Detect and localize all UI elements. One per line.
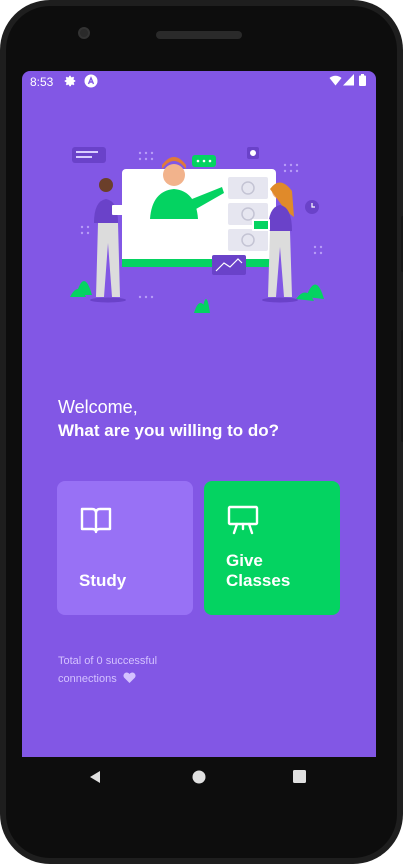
phone-frame: 8:53 Welcome, What are you willing to do… (0, 0, 403, 864)
heart-icon (120, 672, 136, 685)
system-nav-bar (6, 757, 397, 797)
back-icon[interactable] (88, 770, 102, 789)
connections-line2: connections (58, 673, 117, 685)
study-button[interactable]: Study (57, 481, 193, 615)
landing-illustration (70, 147, 324, 313)
study-label: Study (79, 571, 127, 590)
recents-icon[interactable] (293, 770, 306, 788)
battery-icon (359, 74, 366, 89)
welcome-greeting: Welcome, (58, 397, 138, 417)
wifi-icon (329, 74, 342, 89)
status-time: 8:53 (30, 75, 54, 89)
front-camera (78, 27, 90, 39)
connections-line1: Total of 0 successful (58, 655, 158, 667)
give-classes-label: Give Classes (226, 551, 290, 591)
gear-icon (63, 74, 77, 91)
earpiece-speaker (156, 31, 242, 39)
give-classes-button[interactable]: Give Classes (204, 481, 340, 615)
home-icon[interactable] (192, 770, 206, 789)
connections-count: Total of 0 successful connections (58, 652, 157, 688)
welcome-text: Welcome, What are you willing to do? (58, 396, 279, 442)
status-bar: 8:53 (22, 71, 376, 93)
book-open-icon (79, 503, 113, 542)
welcome-question: What are you willing to do? (58, 421, 279, 440)
app-icon (84, 74, 98, 91)
give-classes-label-line1: Give (226, 551, 263, 570)
give-classes-label-line2: Classes (226, 571, 291, 590)
presentation-icon (226, 503, 260, 542)
app-screen: 8:53 Welcome, What are you willing to do… (22, 71, 376, 757)
signal-icon (343, 74, 354, 89)
